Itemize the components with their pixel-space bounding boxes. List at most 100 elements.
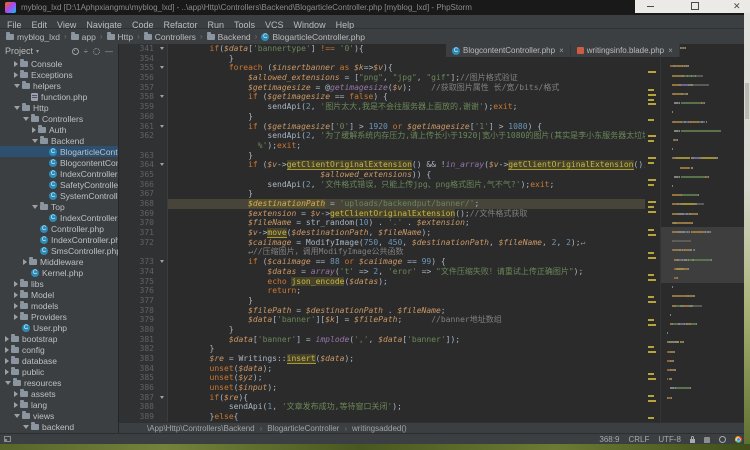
line-number[interactable]: 385: [119, 373, 168, 383]
breadcrumb-item[interactable]: app: [71, 32, 96, 42]
tree-item[interactable]: Controllers: [0, 113, 118, 124]
tree-item[interactable]: IndexController.php: [0, 234, 118, 245]
warning-mark[interactable]: [648, 324, 656, 326]
warning-mark[interactable]: [648, 319, 654, 321]
tree-item[interactable]: Providers: [0, 311, 118, 322]
line-number[interactable]: 381: [119, 335, 168, 345]
minimap[interactable]: [660, 44, 744, 422]
minimize-icon[interactable]: [647, 6, 654, 7]
tree-arrow-icon[interactable]: [5, 369, 9, 375]
context-breadcrumb-item[interactable]: BlogarticleController: [267, 424, 339, 433]
tree-arrow-icon[interactable]: [23, 259, 27, 265]
tree-arrow-icon[interactable]: [14, 314, 18, 320]
breadcrumb-item[interactable]: Backend: [207, 32, 251, 42]
line-number[interactable]: 386: [119, 383, 168, 393]
tree-item[interactable]: libs: [0, 278, 118, 289]
warning-mark[interactable]: [648, 119, 654, 121]
warning-mark[interactable]: [648, 229, 654, 231]
tree-item[interactable]: views: [0, 410, 118, 421]
line-number[interactable]: 379: [119, 315, 168, 325]
fold-arrow-icon[interactable]: [160, 396, 164, 399]
collapse-all-icon[interactable]: ÷: [84, 47, 88, 56]
tree-arrow-icon[interactable]: [5, 336, 9, 342]
notifications-icon[interactable]: [719, 436, 726, 443]
line-number[interactable]: 378: [119, 306, 168, 316]
tree-item[interactable]: Model: [0, 289, 118, 300]
line-number[interactable]: 382: [119, 344, 168, 354]
tree-item[interactable]: Console: [0, 58, 118, 69]
line-number[interactable]: 358: [119, 92, 168, 102]
line-number[interactable]: 357: [119, 83, 168, 93]
warning-mark[interactable]: [648, 400, 656, 402]
warning-mark[interactable]: [648, 395, 654, 397]
tree-arrow-icon[interactable]: [14, 292, 18, 298]
tree-arrow-icon[interactable]: [14, 72, 18, 78]
tree-arrow-icon[interactable]: [14, 414, 20, 418]
tree-arrow-icon[interactable]: [14, 106, 20, 110]
warning-mark[interactable]: [648, 179, 656, 181]
gear-icon[interactable]: [93, 48, 100, 55]
tree-arrow-icon[interactable]: [32, 139, 38, 143]
warning-mark[interactable]: [648, 71, 656, 73]
tree-item[interactable]: backend: [0, 421, 118, 432]
editor-tab[interactable]: writingsinfo.blade.php×: [571, 44, 680, 57]
warning-mark[interactable]: [648, 89, 654, 91]
tree-item[interactable]: BlogcontentController.php: [0, 157, 118, 168]
warning-mark[interactable]: [648, 346, 654, 348]
line-number[interactable]: 361: [119, 122, 168, 132]
fold-arrow-icon[interactable]: [160, 163, 164, 166]
line-number[interactable]: 359: [119, 102, 168, 112]
line-number[interactable]: 362: [119, 131, 168, 141]
tree-item[interactable]: BlogarticleController.php: [0, 146, 118, 157]
tree-item[interactable]: IndexController.php: [0, 168, 118, 179]
warning-mark[interactable]: [648, 201, 656, 203]
line-number[interactable]: 375: [119, 277, 168, 287]
tab-close-icon[interactable]: ×: [668, 46, 673, 55]
line-number[interactable]: 389: [119, 412, 168, 422]
line-number[interactable]: [119, 141, 168, 151]
line-number[interactable]: 387: [119, 393, 168, 403]
tree-arrow-icon[interactable]: [14, 391, 18, 397]
warning-mark[interactable]: [648, 99, 654, 101]
fold-arrow-icon[interactable]: [160, 95, 164, 98]
line-number[interactable]: 380: [119, 325, 168, 335]
warning-mark[interactable]: [648, 162, 654, 164]
line-number[interactable]: 365: [119, 170, 168, 180]
warning-mark[interactable]: [648, 351, 656, 353]
line-number[interactable]: 355: [119, 63, 168, 73]
title-bar[interactable]: myblog_lxd [D:\1Aphpxiangmu\myblog_lxd] …: [0, 0, 750, 15]
tree-item[interactable]: Backend: [0, 135, 118, 146]
line-number[interactable]: 377: [119, 296, 168, 306]
warning-mark[interactable]: [648, 279, 656, 281]
line-number[interactable]: 356: [119, 73, 168, 83]
tree-item[interactable]: IndexController.php: [0, 212, 118, 223]
locate-file-icon[interactable]: [72, 48, 79, 55]
breadcrumb-item[interactable]: Http: [107, 32, 134, 42]
line-number[interactable]: 364: [119, 160, 168, 170]
tree-item[interactable]: Http: [0, 102, 118, 113]
tree-item[interactable]: database: [0, 355, 118, 366]
tree-item[interactable]: Top: [0, 201, 118, 212]
tree-item[interactable]: public: [0, 366, 118, 377]
tree-arrow-icon[interactable]: [14, 402, 18, 408]
line-number[interactable]: 388: [119, 402, 168, 412]
breadcrumb-item[interactable]: Controllers: [144, 32, 196, 42]
tab-close-icon[interactable]: ×: [559, 46, 564, 55]
hide-panel-icon[interactable]: —: [105, 47, 113, 56]
tree-item[interactable]: function.php: [0, 91, 118, 102]
tree-arrow-icon[interactable]: [23, 425, 29, 429]
line-number[interactable]: 372: [119, 238, 168, 248]
line-number[interactable]: 367: [119, 189, 168, 199]
line-number[interactable]: 376: [119, 286, 168, 296]
tree-item[interactable]: bootstrap: [0, 333, 118, 344]
warning-mark[interactable]: [648, 94, 656, 96]
warning-mark[interactable]: [648, 157, 656, 159]
context-breadcrumb-item[interactable]: writingsadded(): [352, 424, 407, 433]
tree-item[interactable]: Auth: [0, 124, 118, 135]
line-number[interactable]: 384: [119, 364, 168, 374]
tree-item[interactable]: Kernel.php: [0, 267, 118, 278]
tree-item[interactable]: helpers: [0, 80, 118, 91]
line-number[interactable]: 341: [119, 44, 168, 54]
breadcrumb-item[interactable]: myblog_lxd: [6, 32, 60, 42]
error-stripe[interactable]: [645, 44, 660, 422]
